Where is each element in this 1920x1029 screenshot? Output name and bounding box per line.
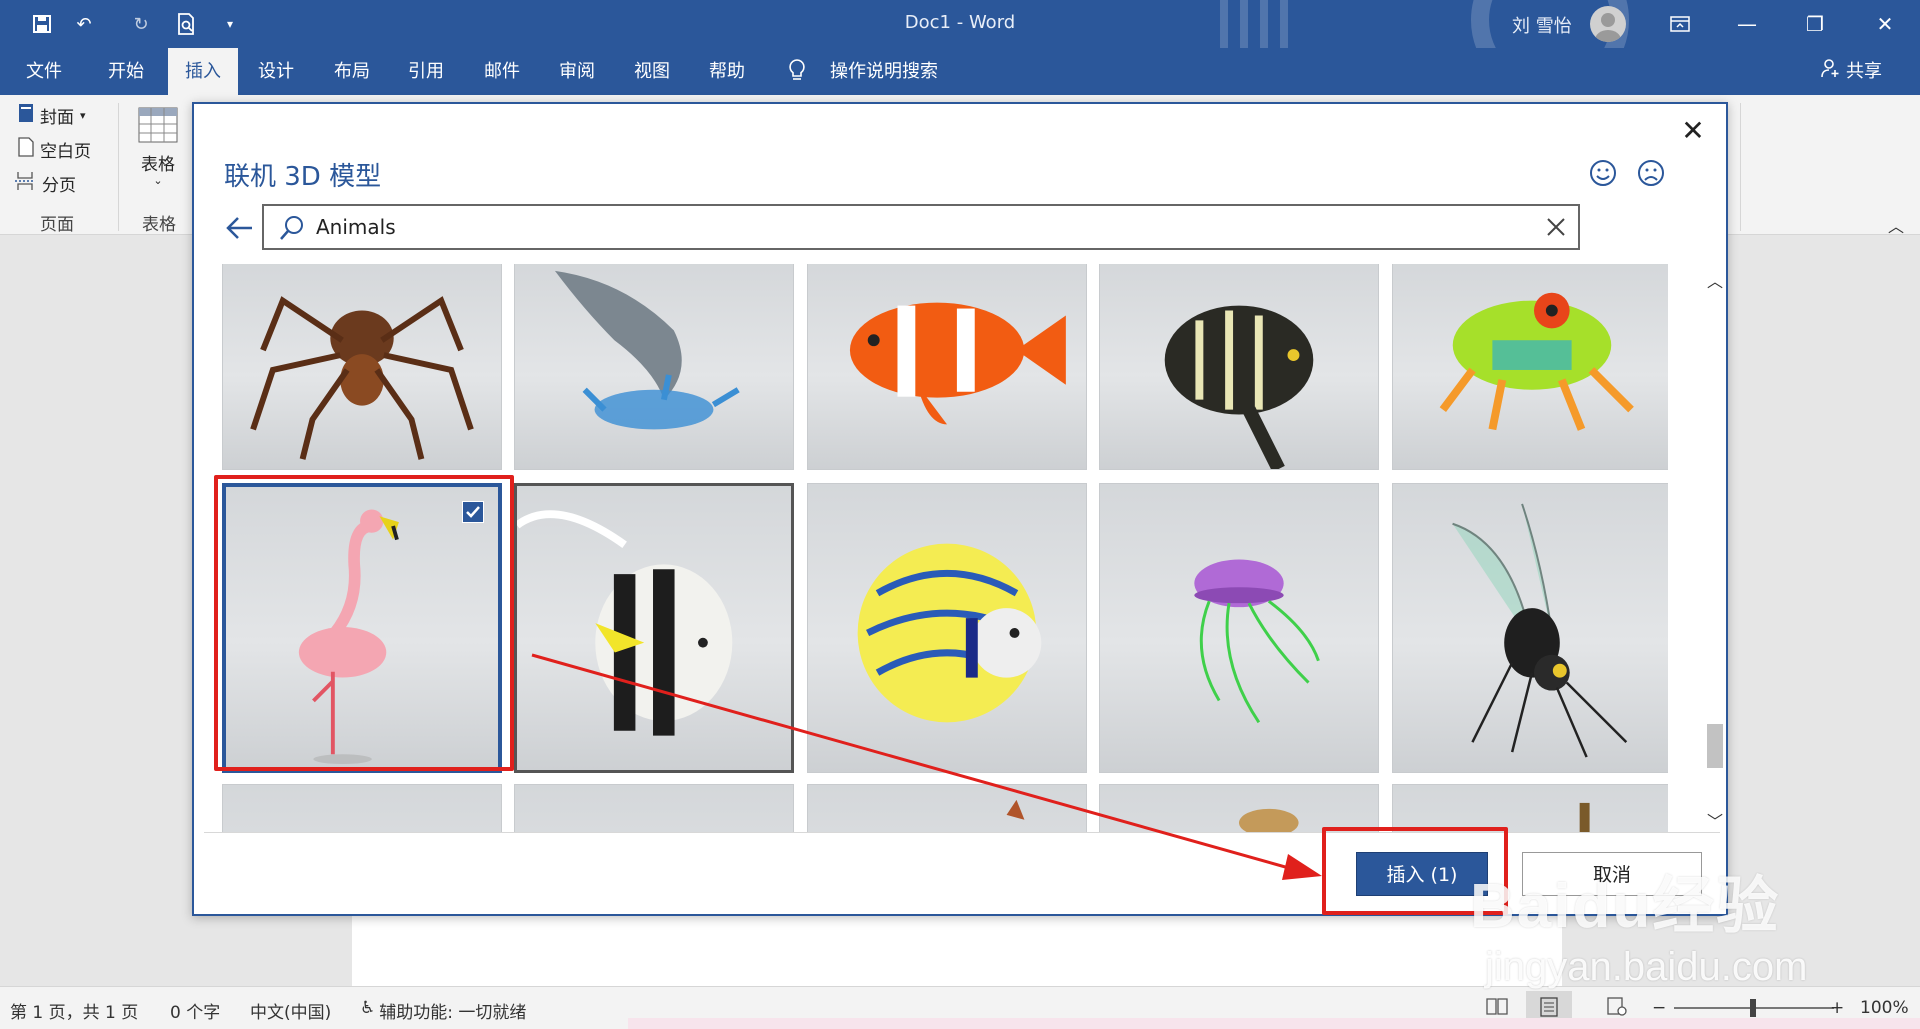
zoom-out-button[interactable]: − [1652,998,1666,1018]
avatar[interactable] [1590,6,1626,42]
vertical-scrollbar[interactable]: ︿ ﹀ [1704,264,1726,832]
tab-view[interactable]: 视图 [620,48,684,95]
accessibility-label: 辅助功能: 一切就绪 [379,1003,527,1023]
ribbon-separator [1740,103,1741,231]
zoom-level[interactable]: 100% [1860,998,1909,1018]
model-tile-moorish-idol[interactable] [514,483,794,773]
frown-icon[interactable] [1636,158,1666,188]
zoom-slider[interactable] [1674,999,1834,1017]
tab-references[interactable]: 引用 [394,48,458,95]
tab-help[interactable]: 帮助 [695,48,759,95]
annotation-box-flamingo [214,475,514,771]
model-tile-giraffe[interactable] [1392,784,1668,832]
scrollbar-thumb[interactable] [1707,724,1723,768]
tell-me-search[interactable]: 操作说明搜索 [822,48,946,95]
model-tile-horse[interactable] [807,784,1087,832]
accessibility-icon: ♿ [360,998,376,1018]
chevron-down-icon: ▾ [80,109,86,122]
tab-home[interactable]: 开始 [94,48,158,95]
dialog-title: 联机 3D 模型 [224,162,382,192]
cover-page-label: 封面 [40,108,74,128]
ribbon-display-icon[interactable] [1645,0,1715,48]
window-title: Doc1 - Word [904,12,1016,33]
cover-page-button[interactable]: 封面 ▾ [18,103,86,128]
model-tile-dolphin[interactable] [514,264,794,470]
tab-layout[interactable]: 布局 [320,48,384,95]
page-break-label: 分页 [42,176,76,196]
zoom-in-button[interactable]: + [1830,998,1844,1018]
scroll-up-icon[interactable]: ︿ [1707,268,1723,292]
title-bar: ↶ ↻ ▾ Doc1 - Word 刘 雪怡 — ❐ ✕ [0,0,1920,95]
search-input[interactable] [316,211,1516,243]
model-tile-emperor-angelfish[interactable] [807,483,1087,773]
model-tile-mosquito[interactable] [1392,483,1668,773]
chevron-down-icon: ⌄ [153,174,163,187]
close-icon[interactable]: ✕ [1678,116,1708,146]
word-count[interactable]: 0 个字 [170,998,220,1023]
tab-design[interactable]: 设计 [244,48,308,95]
page-break-button[interactable]: 分页 [14,171,76,196]
tab-mailings[interactable]: 邮件 [470,48,534,95]
taskbar-strip [628,1018,1920,1029]
table-label: 表格 [141,155,175,175]
lightbulb-icon [782,48,812,95]
pages-group-label: 页面 [40,215,74,235]
tab-file[interactable]: 文件 [12,48,76,95]
model-tile-dog[interactable] [1099,784,1379,832]
accessibility-status[interactable]: ♿ 辅助功能: 一切就绪 [360,998,526,1023]
model-tile-model-12[interactable] [514,784,794,832]
tab-review[interactable]: 审阅 [545,48,609,95]
add-person-icon [1820,49,1840,96]
model-tile-jellyfish[interactable] [1099,483,1379,773]
tab-insert[interactable]: 插入 [168,48,238,95]
search-box [262,204,1580,250]
ribbon-separator [118,103,119,231]
scroll-down-icon[interactable]: ﹀ [1707,808,1723,832]
watermark-brand: Baidu经验 [1470,872,1781,941]
share-button[interactable]: 共享 [1820,48,1882,95]
model-tile-model-11[interactable] [222,784,502,832]
user-name: 刘 雪怡 [1512,16,1572,37]
restore-button[interactable]: ❐ [1780,0,1850,48]
watermark-url: jingyan.baidu.com [1485,945,1808,989]
page-count[interactable]: 第 1 页，共 1 页 [10,998,138,1023]
close-window-button[interactable]: ✕ [1850,0,1920,48]
blank-page-button[interactable]: 空白页 [18,137,91,162]
table-button[interactable]: 表格 ⌄ [138,107,178,187]
language-status[interactable]: 中文(中国) [250,998,331,1023]
zoom-slider-thumb[interactable] [1750,999,1756,1017]
minimize-button[interactable]: — [1712,0,1782,48]
clear-search-icon[interactable] [1544,215,1568,239]
model-tile-clownfish[interactable] [807,264,1087,470]
model-tile-angelfish[interactable] [1099,264,1379,470]
table-icon [138,107,178,148]
back-arrow-icon[interactable] [224,212,256,244]
collapse-ribbon-icon[interactable]: ︿ [1888,213,1904,237]
blank-page-label: 空白页 [40,142,91,162]
smile-icon[interactable] [1588,158,1618,188]
model-tile-tree-frog[interactable] [1392,264,1668,470]
share-label: 共享 [1846,61,1882,82]
search-icon [280,216,303,240]
page-break-icon [14,171,36,196]
cover-page-icon [18,103,34,128]
table-group-label: 表格 [142,215,176,235]
ribbon-tabs: 文件 开始 插入 设计 布局 引用 邮件 审阅 视图 帮助 操作说明搜索 共享 [0,48,1920,95]
blank-page-icon [18,137,34,162]
model-tile-spider[interactable] [222,264,502,470]
